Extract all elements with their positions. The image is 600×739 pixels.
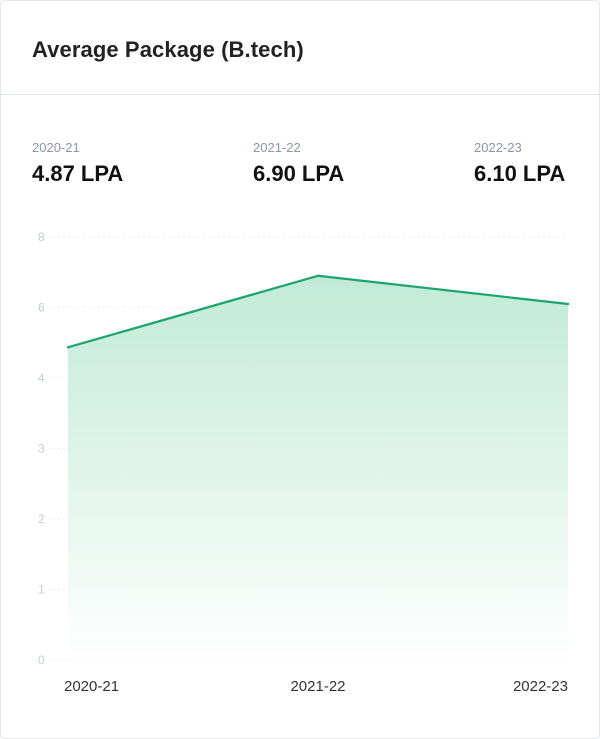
card-header: Average Package (B.tech) [1, 1, 599, 95]
area-chart: 0 1 2 3 4 6 8 2020-21 2021-22 2022-23 [38, 230, 570, 695]
data-point [66, 346, 70, 349]
stat-2022-23: 2022-23 6.10 LPA [474, 140, 565, 187]
stat-year: 2022-23 [474, 140, 522, 155]
y-tick-label: 0 [38, 653, 45, 667]
stat-year: 2020-21 [32, 140, 80, 155]
data-point [316, 274, 320, 277]
stat-value: 6.10 LPA [474, 161, 566, 186]
y-tick-label: 3 [38, 442, 45, 456]
x-tick-label: 2020-21 [64, 678, 119, 695]
x-tick-label: 2022-23 [513, 678, 568, 695]
data-point [566, 302, 570, 306]
y-tick-label: 8 [38, 230, 45, 244]
y-tick-label: 4 [38, 371, 45, 385]
stat-year: 2021-22 [253, 140, 301, 155]
stat-2020-21: 2020-21 4.87 LPA [32, 140, 123, 187]
card-title: Average Package (B.tech) [32, 37, 304, 62]
x-tick-label: 2021-22 [290, 678, 345, 695]
y-tick-label: 6 [38, 301, 45, 315]
stat-value: 6.90 LPA [253, 161, 345, 186]
stat-2021-22: 2021-22 6.90 LPA [253, 140, 344, 187]
area-fill [68, 275, 568, 660]
y-tick-label: 2 [38, 512, 45, 526]
stat-value: 4.87 LPA [32, 161, 124, 186]
average-package-card: Average Package (B.tech) 2020-21 4.87 LP… [0, 0, 600, 739]
y-tick-label: 1 [38, 583, 45, 597]
